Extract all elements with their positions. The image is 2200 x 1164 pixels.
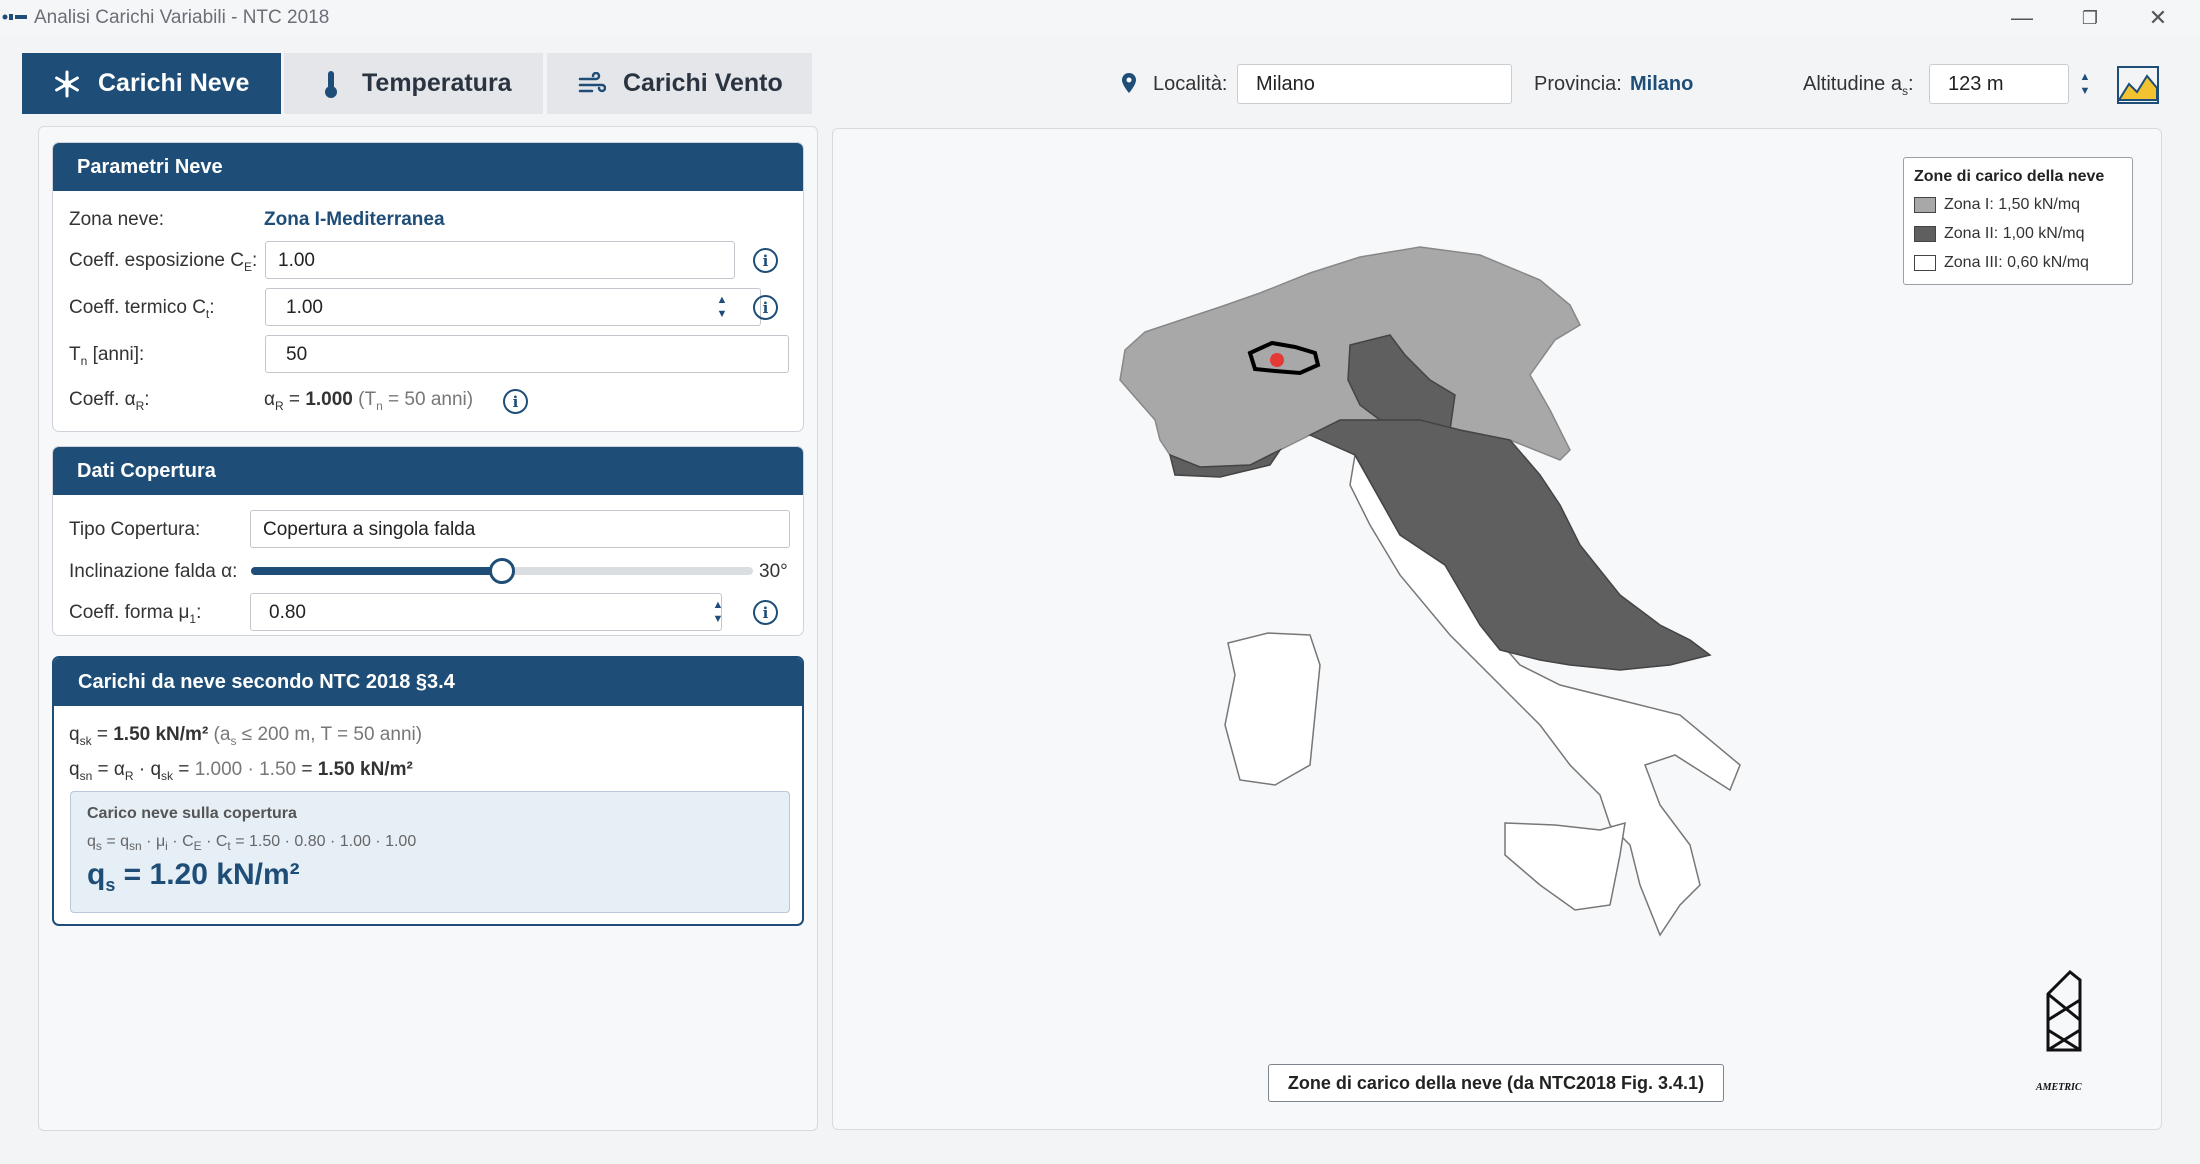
qsn-formula: qsn = αR · qsk = 1.000 · 1.50 = 1.50 kN/… bbox=[69, 759, 413, 783]
location-marker bbox=[1270, 353, 1284, 367]
tipo-copertura-select[interactable]: Copertura a singola falda bbox=[250, 510, 790, 548]
legend-item-zona1: Zona I: 1,50 kN/mq bbox=[1914, 196, 2080, 214]
altitudine-input[interactable]: 123 m bbox=[1929, 64, 2069, 104]
altitudine-stepper[interactable]: ▲ ▼ bbox=[2072, 64, 2098, 104]
map-legend: Zone di carico della neve Zona I: 1,50 k… bbox=[1903, 157, 2133, 285]
legend-item-zona3: Zona III: 0,60 kN/mq bbox=[1914, 254, 2089, 272]
ar-expression: αR = 1.000 (Tn = 50 anni) bbox=[264, 389, 474, 413]
wind-icon bbox=[577, 69, 607, 99]
ct-input[interactable]: 1.00 bbox=[265, 288, 761, 326]
ct-info-icon[interactable]: i bbox=[753, 295, 778, 320]
inclinazione-slider-thumb[interactable] bbox=[489, 558, 515, 584]
tab-label: Carichi Neve bbox=[98, 69, 250, 97]
app-icon bbox=[2, 14, 27, 20]
tn-label: Tn [anni]: bbox=[69, 344, 145, 368]
card-title: Carichi da neve secondo NTC 2018 §3.4 bbox=[54, 658, 802, 706]
inclinazione-slider-fill bbox=[251, 567, 502, 575]
zona-neve-label: Zona neve: bbox=[69, 209, 165, 230]
ce-label: Coeff. esposizione CE: bbox=[69, 250, 258, 274]
inclinazione-value: 30° bbox=[759, 561, 788, 582]
mu-input[interactable]: 0.80 bbox=[250, 593, 722, 631]
tipo-copertura-label: Tipo Copertura: bbox=[69, 519, 201, 540]
tab-temperatura[interactable]: Temperatura bbox=[284, 53, 543, 114]
legend-item-zona2: Zona II: 1,00 kN/mq bbox=[1914, 225, 2085, 243]
parametri-neve-card: Parametri Neve Zona neve: Zona I-Mediter… bbox=[52, 142, 804, 432]
italy-snow-zone-map[interactable] bbox=[1100, 245, 1890, 1015]
ar-info-icon[interactable]: i bbox=[503, 389, 528, 414]
altitudine-label: Altitudine as: bbox=[1803, 73, 1914, 98]
ct-label: Coeff. termico Ct: bbox=[69, 297, 215, 321]
restore-button[interactable]: ❐ bbox=[2060, 0, 2120, 36]
logo-text: AMETRIC bbox=[2036, 1082, 2082, 1093]
tn-input[interactable]: 50 bbox=[265, 335, 789, 373]
qs-formula: qs = qsn · μi · CE · Ct = 1.50 · 0.80 · … bbox=[87, 833, 417, 854]
elevation-chart-icon[interactable] bbox=[2117, 66, 2159, 104]
close-button[interactable]: ✕ bbox=[2128, 0, 2188, 36]
map-caption-button[interactable]: Zone di carico della neve (da NTC2018 Fi… bbox=[1268, 1064, 1724, 1102]
ar-label: Coeff. αR: bbox=[69, 389, 150, 413]
ce-input[interactable]: 1.00 bbox=[265, 241, 735, 279]
localita-label: Località: bbox=[1153, 73, 1228, 95]
result-box-title: Carico neve sulla copertura bbox=[87, 805, 297, 822]
ce-info-icon[interactable]: i bbox=[753, 248, 778, 273]
tab-carichi-vento[interactable]: Carichi Vento bbox=[547, 53, 812, 114]
result-box: Carico neve sulla copertura qs = qsn · μ… bbox=[70, 791, 790, 913]
ametric-logo-icon bbox=[2046, 970, 2082, 1052]
minimize-button[interactable]: — bbox=[1992, 0, 2052, 36]
snowflake-icon bbox=[52, 69, 82, 99]
mu-info-icon[interactable]: i bbox=[753, 600, 778, 625]
tab-carichi-neve[interactable]: Carichi Neve bbox=[22, 53, 281, 114]
window-title: Analisi Carichi Variabili - NTC 2018 bbox=[34, 7, 330, 28]
qsk-formula: qsk = 1.50 kN/m² (as ≤ 200 m, T = 50 ann… bbox=[69, 724, 423, 748]
mu-stepper[interactable]: ▲ ▼ bbox=[705, 593, 731, 631]
title-bar: Analisi Carichi Variabili - NTC 2018 — ❐… bbox=[0, 0, 2200, 36]
zona-neve-value: Zona I-Mediterranea bbox=[264, 209, 445, 230]
carichi-neve-card: Carichi da neve secondo NTC 2018 §3.4 qs… bbox=[52, 656, 804, 926]
dati-copertura-card: Dati Copertura Tipo Copertura: Copertura… bbox=[52, 446, 804, 636]
legend-title: Zone di carico della neve bbox=[1914, 168, 2105, 185]
tab-label: Carichi Vento bbox=[623, 69, 783, 97]
mu-label: Coeff. forma μ1: bbox=[69, 602, 202, 626]
provincia-value: Milano bbox=[1630, 73, 1694, 95]
localita-input[interactable]: Milano bbox=[1237, 64, 1512, 104]
thermometer-icon bbox=[316, 69, 346, 99]
card-title: Parametri Neve bbox=[53, 143, 803, 191]
qs-result: qs = 1.20 kN/m² bbox=[87, 858, 300, 895]
tab-label: Temperatura bbox=[362, 69, 512, 97]
card-title: Dati Copertura bbox=[53, 447, 803, 495]
inclinazione-label: Inclinazione falda α: bbox=[69, 561, 238, 582]
location-pin-icon bbox=[1122, 73, 1136, 93]
provincia-label: Provincia: bbox=[1534, 73, 1622, 95]
ct-stepper[interactable]: ▲ ▼ bbox=[709, 288, 735, 326]
